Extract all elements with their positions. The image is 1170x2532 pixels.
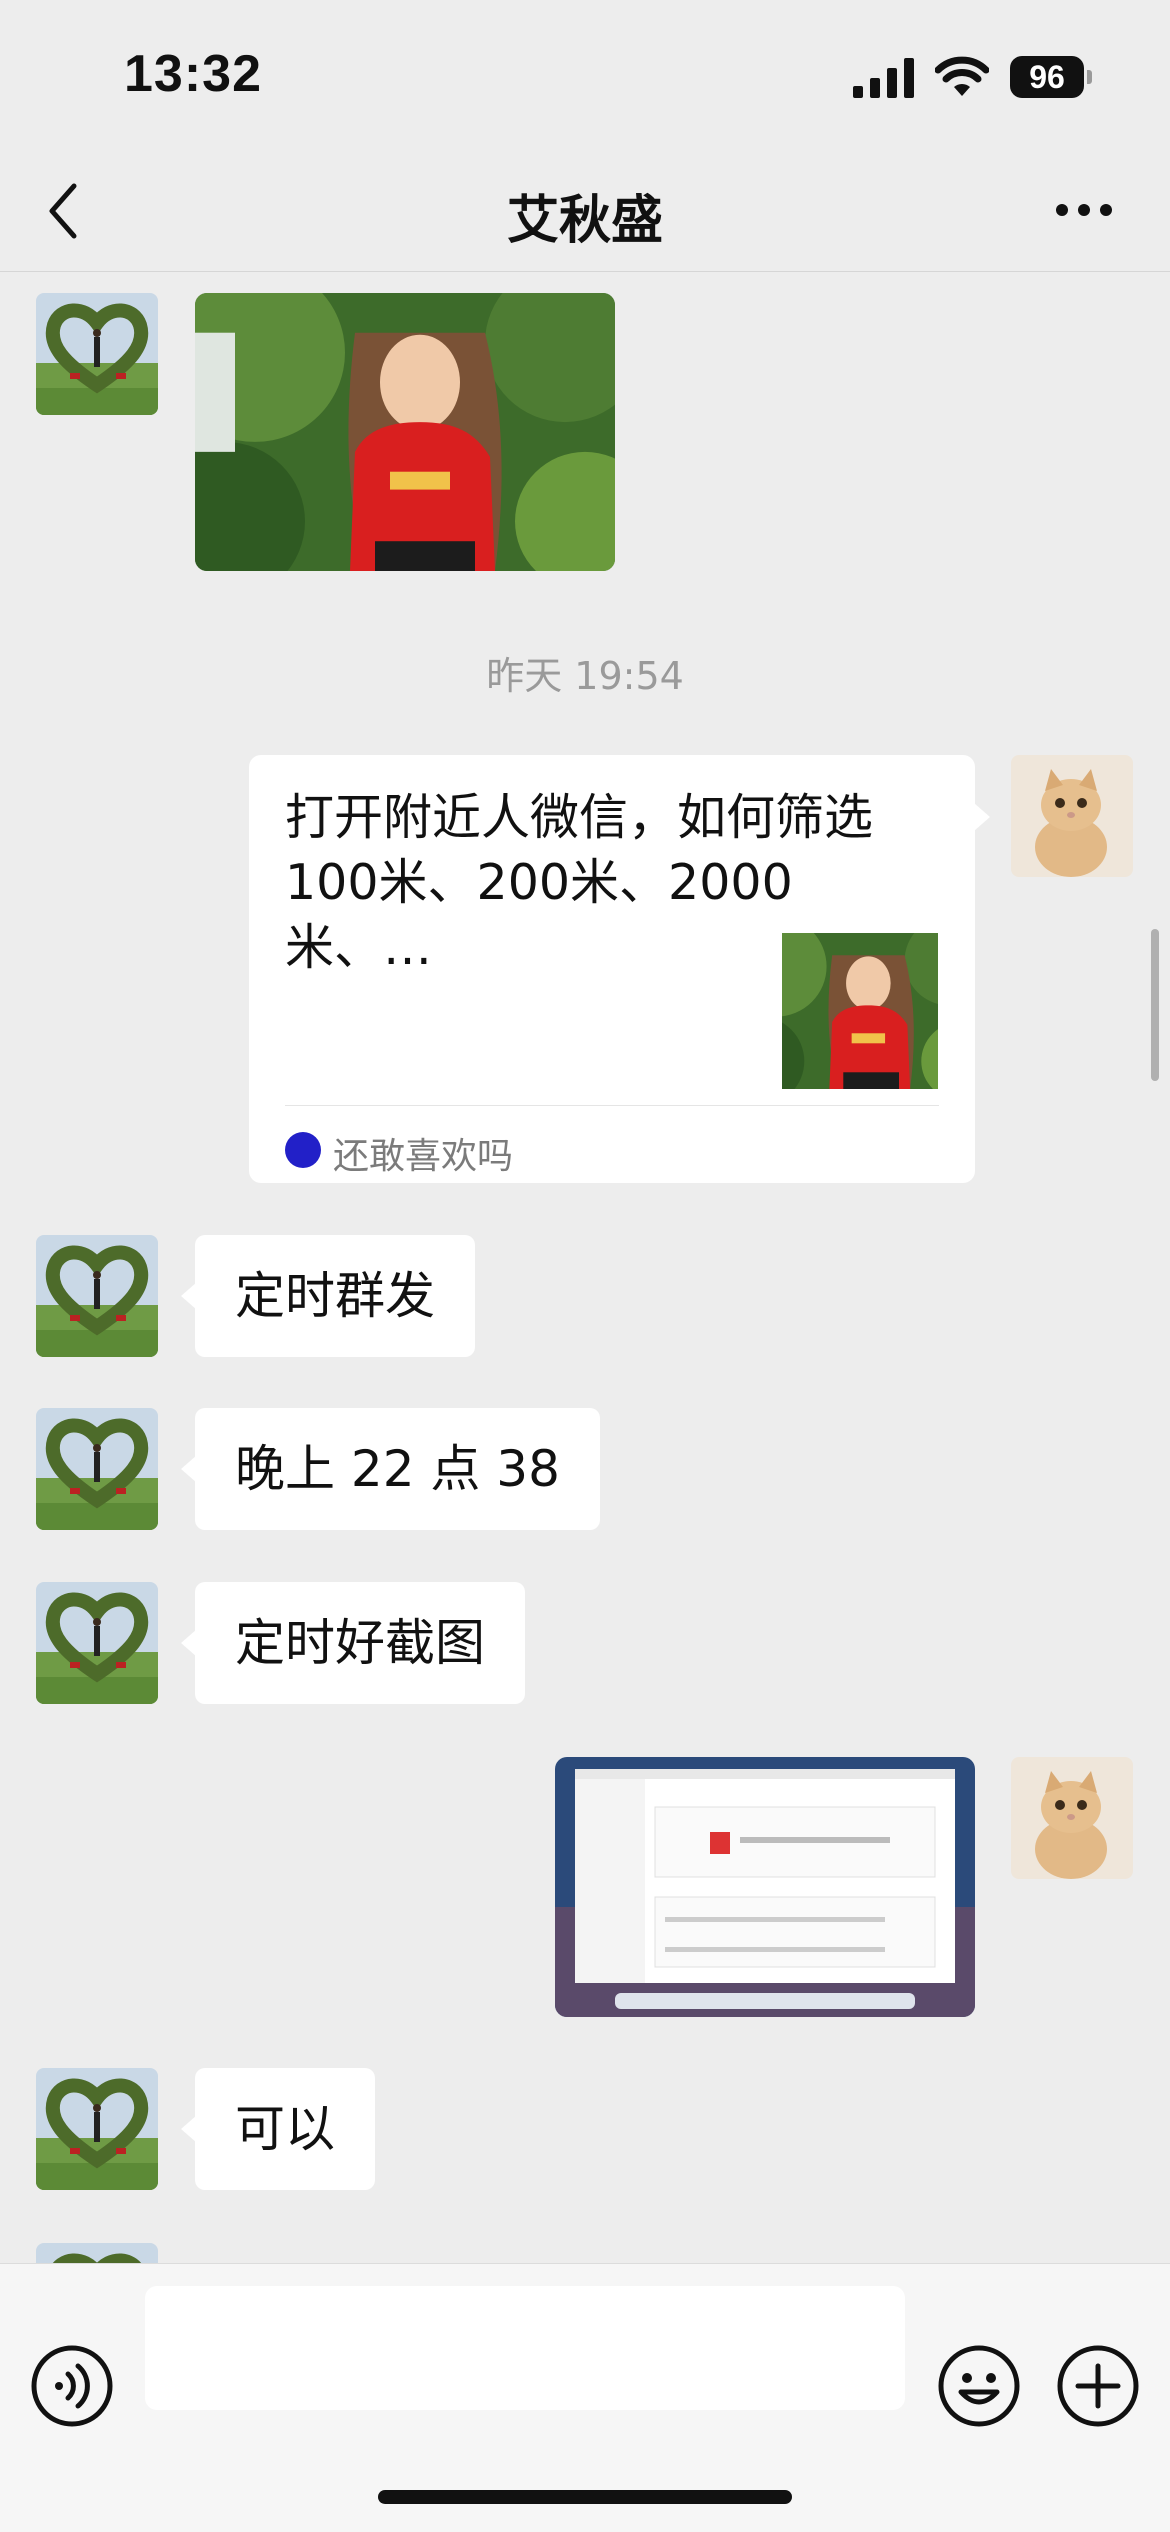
message-input[interactable] bbox=[145, 2286, 905, 2410]
avatar-image bbox=[36, 293, 158, 415]
screenshot-image-message[interactable] bbox=[555, 1757, 975, 2017]
chat-header: 艾秋盛 bbox=[0, 150, 1170, 272]
contact-avatar[interactable] bbox=[36, 2068, 158, 2190]
message-bubble[interactable]: 晚上 22 点 38 bbox=[181, 1408, 600, 1530]
contact-avatar[interactable] bbox=[36, 1235, 158, 1357]
emoji-icon[interactable] bbox=[937, 2344, 1021, 2428]
message-bubble[interactable]: 可以 bbox=[181, 2068, 375, 2190]
status-time: 13:32 bbox=[124, 45, 262, 103]
avatar-image bbox=[36, 1582, 158, 1704]
voice-icon[interactable] bbox=[30, 2344, 114, 2428]
my-avatar[interactable] bbox=[1011, 755, 1133, 877]
battery-level: 96 bbox=[1010, 56, 1084, 98]
message-timestamp: 昨天 19:54 bbox=[486, 654, 684, 698]
battery-cap bbox=[1087, 70, 1092, 84]
chat-title[interactable]: 艾秋盛 bbox=[0, 178, 1170, 253]
image-message[interactable] bbox=[195, 293, 615, 571]
message-bubble[interactable]: 定时群发 bbox=[181, 1235, 475, 1357]
link-card-source: 还敢喜欢吗 bbox=[333, 1136, 514, 1177]
avatar-image bbox=[36, 1408, 158, 1530]
my-avatar[interactable] bbox=[1011, 1757, 1133, 1879]
message-bubble[interactable]: 定时好截图 bbox=[181, 1582, 525, 1704]
divider bbox=[285, 1105, 939, 1106]
home-indicator bbox=[378, 2490, 792, 2504]
scrollbar[interactable] bbox=[1151, 929, 1159, 1081]
screenshot-image bbox=[555, 1757, 975, 2017]
cellular-signal-icon bbox=[853, 58, 914, 98]
avatar-image bbox=[1011, 755, 1133, 877]
avatar-image bbox=[36, 2068, 158, 2190]
contact-avatar[interactable] bbox=[36, 1582, 158, 1704]
contact-avatar[interactable] bbox=[36, 293, 158, 415]
contact-avatar[interactable] bbox=[36, 1408, 158, 1530]
link-card-thumbnail bbox=[782, 933, 938, 1089]
wifi-icon bbox=[935, 56, 989, 96]
photo-image bbox=[195, 293, 615, 571]
battery-indicator: 96 bbox=[1010, 56, 1092, 98]
ellipsis-icon[interactable] bbox=[1054, 198, 1114, 222]
message-list[interactable]: 昨天 19:54 打开附近人微信，如何筛选100米、200米、2000米、… 还… bbox=[0, 273, 1170, 2263]
contact-avatar[interactable] bbox=[36, 2243, 158, 2263]
avatar-image bbox=[1011, 1757, 1133, 1879]
link-card-message[interactable]: 打开附近人微信，如何筛选100米、200米、2000米、… 还敢喜欢吗 bbox=[249, 755, 990, 1183]
plus-icon[interactable] bbox=[1056, 2344, 1140, 2428]
status-bar: 13:32 96 bbox=[0, 0, 1170, 150]
avatar-image bbox=[36, 1235, 158, 1357]
avatar-image bbox=[36, 2243, 158, 2263]
official-account-icon bbox=[285, 1132, 321, 1168]
